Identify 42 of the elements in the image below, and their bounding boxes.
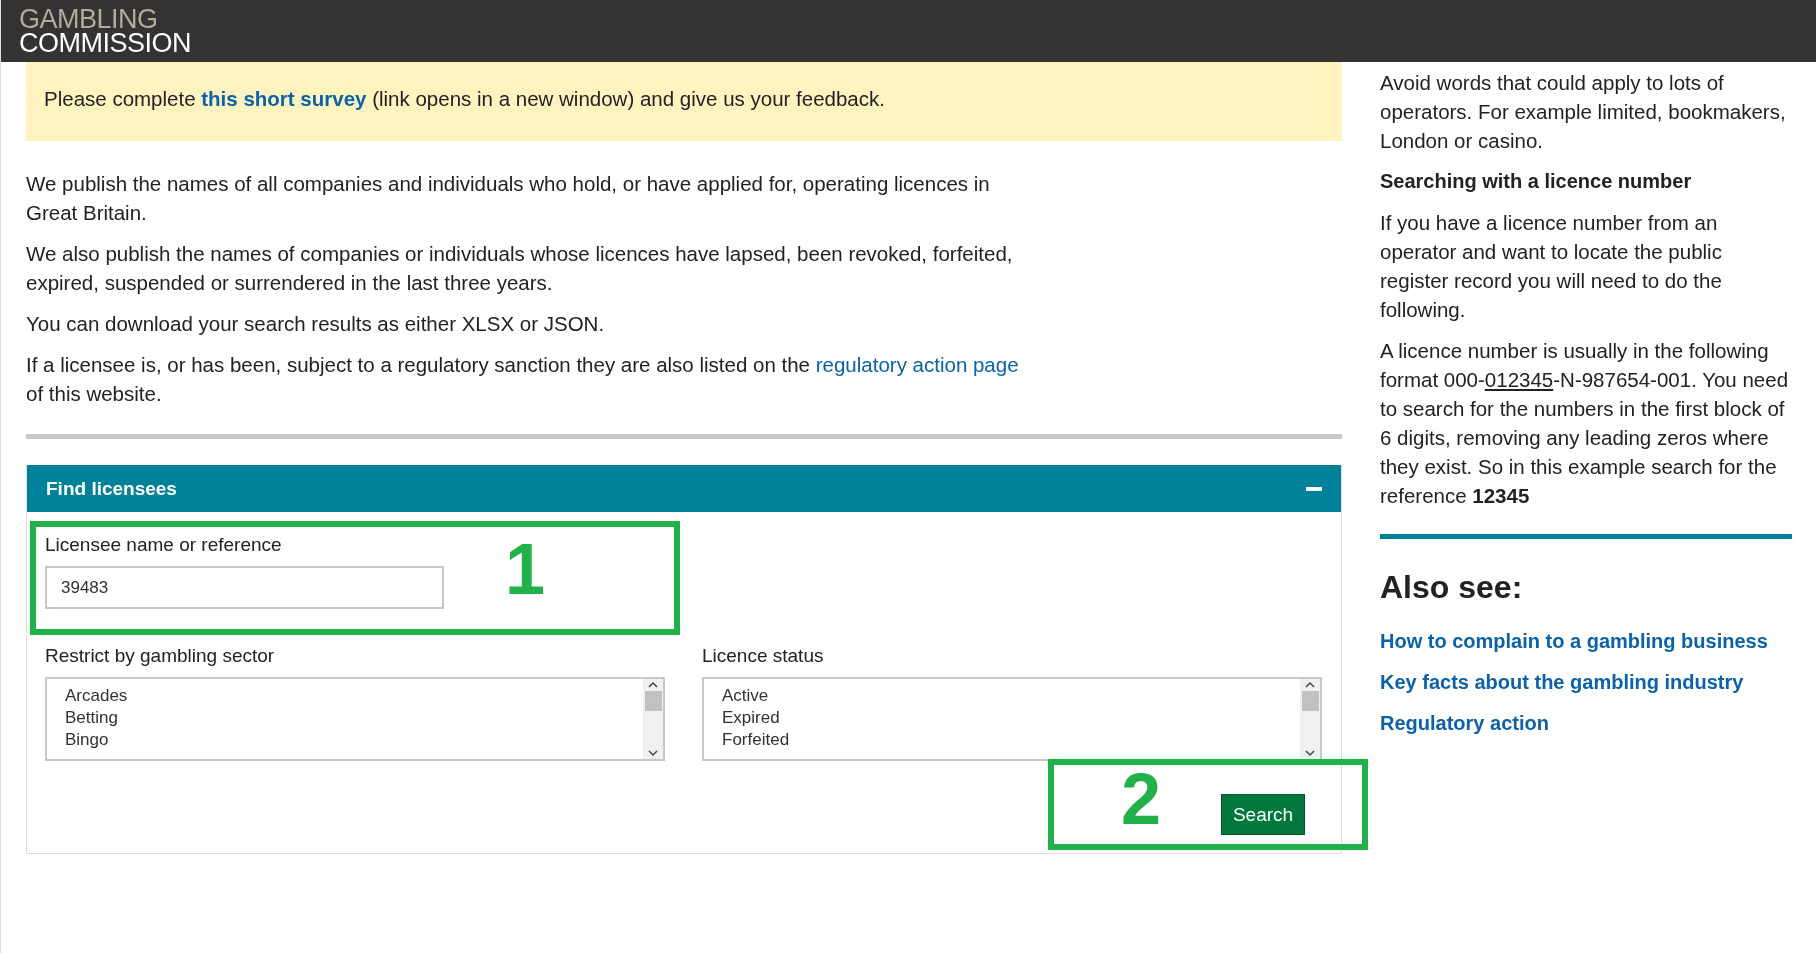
collapse-icon[interactable]	[1306, 486, 1322, 491]
scroll-thumb[interactable]	[1301, 691, 1319, 711]
related-link[interactable]: Regulatory action	[1380, 710, 1549, 737]
chevron-down-icon[interactable]	[1304, 749, 1316, 757]
survey-link[interactable]: this short survey	[201, 87, 367, 110]
list-option[interactable]: Expired	[722, 707, 780, 729]
list-option[interactable]: Active	[722, 685, 769, 707]
scroll-thumb[interactable]	[644, 691, 662, 711]
scrollbar[interactable]	[643, 679, 663, 759]
panel-title: Find licensees	[46, 477, 177, 500]
chevron-up-icon[interactable]	[1304, 681, 1316, 689]
step-number: 2	[1121, 763, 1162, 835]
related-link[interactable]: Key facts about the gambling industry	[1380, 669, 1744, 696]
sector-listbox[interactable]: Arcades Betting Bingo	[45, 677, 665, 761]
sidebar-paragraph: A licence number is usually in the following format 000-012345-N-987654-001. You need to search for the numbers in the first block of 6 digits, removing any leading zeros where they exist. So in this example search for the reference 12345	[1380, 338, 1790, 509]
field-label: Licensee name or reference	[45, 534, 282, 556]
intro-paragraph: You can download your search results as either XLSX or JSON.	[26, 311, 606, 337]
list-option[interactable]: Forfeited	[722, 729, 790, 751]
list-option[interactable]: Arcades	[65, 685, 128, 707]
regulatory-action-link[interactable]: regulatory action page	[815, 353, 1019, 376]
sidebar-paragraph: If you have a licence number from an operator and want to locate the public register record you will need to do the following.	[1380, 210, 1723, 323]
list-option[interactable]: Betting	[65, 707, 118, 729]
step-number: 1	[505, 533, 546, 605]
also-see-heading: Also see:	[1380, 569, 1523, 606]
sidebar-heading: Searching with a licence number	[1380, 169, 1693, 194]
logo[interactable]: GAMBLING COMMISSION	[19, 7, 191, 55]
chevron-up-icon[interactable]	[647, 681, 659, 689]
scrollbar[interactable]	[1300, 679, 1320, 759]
search-button[interactable]: Search	[1221, 794, 1305, 835]
list-option[interactable]: Bingo	[65, 729, 109, 751]
feedback-text: Please complete this short survey (link opens in a new window) and give us your feedback.	[44, 87, 885, 110]
sidebar-paragraph: Avoid words that could apply to lots of operators. For example limited, bookmakers, London or casino.	[1380, 70, 1787, 154]
related-link[interactable]: How to complain to a gambling business	[1380, 628, 1768, 655]
field-label: Licence status	[702, 645, 824, 667]
field-label: Restrict by gambling sector	[45, 645, 275, 667]
panel-header[interactable]: Find licensees	[27, 465, 1341, 512]
input-field[interactable]: 39483	[45, 566, 444, 609]
intro-paragraph: If a licensee is, or has been, subject to a regulatory sanction they are also listed on the regulatory action page of this website.	[26, 352, 1020, 407]
chevron-down-icon[interactable]	[647, 749, 659, 757]
intro-paragraph: We publish the names of all companies and individuals who hold, or have applied for, operating licences in Great Britain.	[26, 171, 991, 226]
intro-paragraph: We also publish the names of companies or individuals whose licences have lapsed, been revoked, forfeited, expired, suspended or surrendered in the last three years.	[26, 241, 1014, 296]
status-listbox[interactable]: Active Expired Forfeited	[702, 677, 1322, 761]
